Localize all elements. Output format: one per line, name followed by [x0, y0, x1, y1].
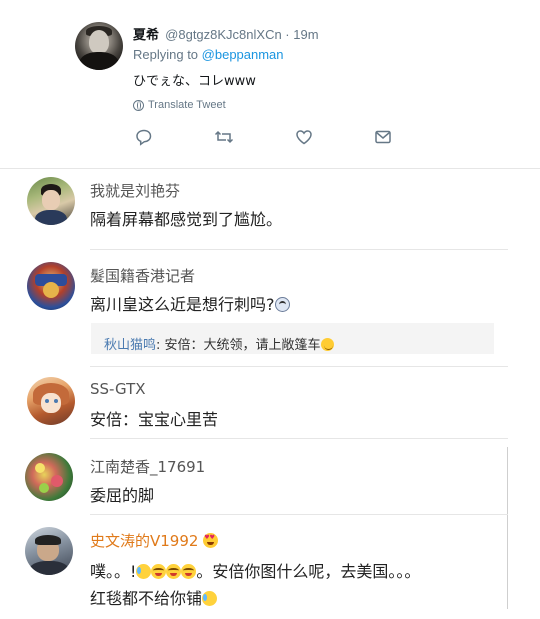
divider	[90, 249, 508, 250]
divider	[90, 366, 508, 367]
globe-icon	[133, 99, 144, 111]
retweet-button[interactable]	[214, 128, 234, 146]
like-icon	[296, 130, 312, 145]
comment-text-part: 红毯都不给你铺	[90, 589, 203, 608]
reply-button[interactable]	[135, 128, 155, 146]
share-icon	[375, 130, 391, 144]
replying-prefix: Replying to	[133, 47, 202, 62]
comment-author[interactable]: 我就是刘艳芬	[90, 180, 180, 201]
retweet-icon	[214, 130, 234, 144]
divider	[90, 514, 508, 515]
comment-author[interactable]: SS-GTX	[90, 380, 146, 398]
laughing-emoji-icon	[166, 564, 182, 579]
tweet-text: ひでぇな、コレwww	[133, 74, 256, 89]
replying-to: Replying to @beppanman	[133, 47, 284, 62]
tweet-header: 夏希 @8gtgz8KJc8nlXCn · 19m	[133, 24, 319, 43]
replying-to-link[interactable]: @beppanman	[202, 47, 284, 62]
sweat-smile-emoji-icon	[202, 591, 218, 606]
comment-text: 委屈的脚	[90, 486, 155, 505]
comment-text-line-1: 噗。。! 。安倍你图什么呢，去美国。。。	[90, 558, 420, 582]
comment-avatar[interactable]	[25, 453, 73, 501]
divider	[90, 438, 508, 439]
like-button[interactable]	[295, 128, 315, 146]
comment-text-part: 噗。。!	[90, 562, 137, 581]
comment-text: 安倍：宝宝心里苦	[90, 410, 219, 429]
translate-label: Translate Tweet	[148, 99, 226, 111]
comment-avatar[interactable]	[27, 177, 75, 225]
comment-avatar[interactable]	[27, 262, 75, 310]
comment-author[interactable]: 髮国籍香港记者	[90, 265, 195, 286]
comment-avatar[interactable]	[25, 527, 73, 575]
face-emoji-icon	[274, 297, 290, 312]
thread-line	[507, 447, 508, 609]
heart-eyes-emoji-icon	[203, 533, 219, 548]
quoted-reply-text: 秋山猫鸣: 安倍：大统领，请上敞篷车	[104, 334, 334, 353]
comment-author-name[interactable]: 史文涛的V1992	[90, 532, 198, 550]
divider	[0, 168, 540, 169]
comment-author[interactable]: 江南楚香_17691	[90, 456, 205, 477]
laughing-emoji-icon	[151, 564, 167, 579]
tweet-author-avatar[interactable]	[75, 22, 123, 70]
tears-of-joy-emoji-icon	[136, 564, 152, 579]
smile-emoji-icon	[320, 338, 334, 351]
comment-author: 史文涛的V1992	[90, 530, 219, 551]
translate-tweet-button[interactable]: Translate Tweet	[133, 99, 226, 111]
reply-icon	[136, 129, 152, 146]
comment-text: 离川皇这么近是想行刺吗?	[90, 291, 290, 315]
share-button[interactable]	[374, 128, 394, 146]
quoted-reply-body: : 安倍：大统领，请上敞篷车	[156, 338, 321, 353]
comment-text: 隔着屏幕都感觉到了尴尬。	[90, 210, 283, 229]
comment-text-body: 离川皇这么近是想行刺吗?	[90, 295, 275, 314]
tweet-handle-time[interactable]: @8gtgz8KJc8nlXCn · 19m	[165, 27, 318, 42]
comment-avatar[interactable]	[27, 377, 75, 425]
laughing-emoji-icon	[181, 564, 197, 579]
comment-text-part: 。安倍你图什么呢，去美国。。。	[196, 562, 421, 581]
tweet-display-name[interactable]: 夏希	[133, 28, 159, 43]
quoted-reply-author[interactable]: 秋山猫鸣	[104, 338, 156, 353]
comment-text-line-2: 红毯都不给你铺	[90, 585, 218, 609]
